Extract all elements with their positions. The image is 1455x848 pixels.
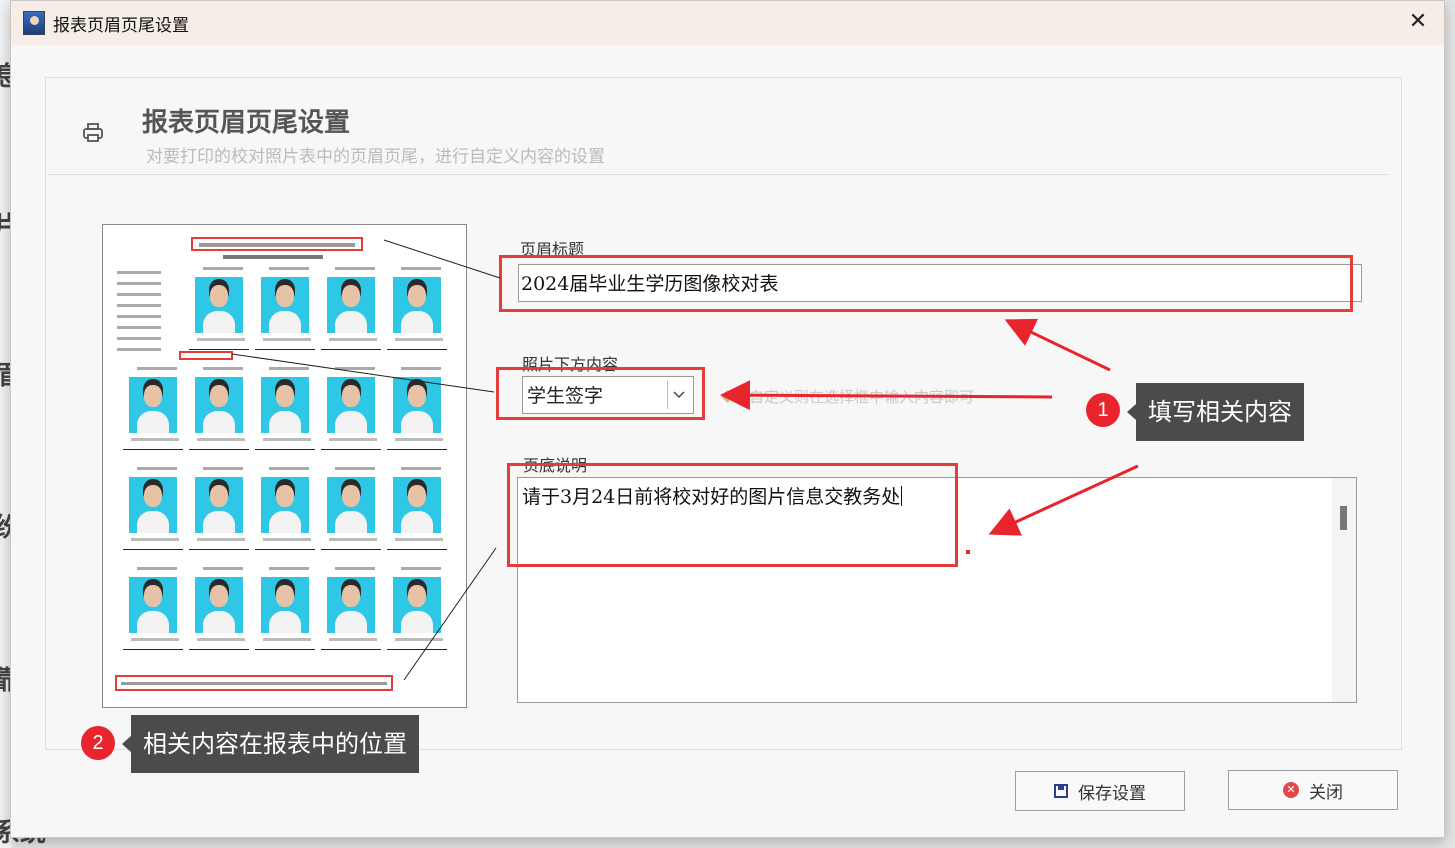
header-divider (48, 174, 1389, 175)
save-button[interactable]: 保存设置 (1015, 771, 1185, 811)
page-title: 报表页眉页尾设置 (142, 108, 351, 138)
close-button-label: 关闭 (1309, 782, 1343, 803)
preview-photo-cell (321, 465, 381, 561)
preview-photo-cell (321, 365, 381, 461)
footer-highlight (507, 463, 958, 567)
preview-photo-cell (387, 265, 447, 361)
page-subtitle: 对要打印的校对照片表中的页眉页尾，进行自定义内容的设置 (146, 147, 605, 167)
close-icon: ✕ (1283, 782, 1299, 798)
preview-photo-cell (189, 365, 249, 461)
preview-subheading (223, 255, 323, 259)
preview-photo-cell (321, 265, 381, 361)
preview-photo-cell (255, 265, 315, 361)
preview-stats-column (117, 271, 175, 359)
preview-footer-highlight (115, 675, 393, 691)
callout-fill-content: 填写相关内容 (1127, 383, 1304, 441)
preview-photo-cell (387, 465, 447, 561)
preview-photo-cell (387, 565, 447, 661)
close-button[interactable]: ✕ 关闭 (1228, 770, 1398, 810)
preview-photo-cell (123, 465, 183, 561)
footer-scrollbar[interactable] (1332, 478, 1356, 702)
app-avatar-icon (23, 11, 45, 35)
report-preview (102, 224, 467, 708)
save-icon (1054, 784, 1068, 798)
callout-report-position: 相关内容在报表中的位置 (122, 715, 419, 773)
step-badge-1: 1 (1086, 393, 1120, 427)
scrollbar-thumb[interactable] (1340, 506, 1347, 530)
step-badge-2: 2 (81, 726, 115, 760)
preview-photo-caption-highlight (179, 351, 233, 360)
panel-header: 报表页眉页尾设置 对要打印的校对照片表中的页眉页尾，进行自定义内容的设置 (46, 78, 1401, 176)
window-title: 报表页眉页尾设置 (53, 15, 189, 36)
preview-photo-cell (189, 565, 249, 661)
preview-photo-cell (123, 365, 183, 461)
preview-photo-cell (255, 365, 315, 461)
preview-photo-cell (123, 565, 183, 661)
printer-icon (83, 123, 103, 142)
photo-below-highlight (496, 367, 705, 420)
hint-icon (721, 390, 734, 403)
preview-photo-cell (321, 565, 381, 661)
header-title-highlight (499, 255, 1353, 312)
preview-photo-cell (255, 565, 315, 661)
title-bar[interactable]: 报表页眉页尾设置 ✕ (11, 1, 1444, 45)
preview-photo-cell (255, 465, 315, 561)
photo-below-hint: 可自定义则在选择框中输入内容即可 (734, 388, 975, 406)
window-close-button[interactable]: ✕ (1406, 10, 1430, 34)
preview-photo-cell (387, 365, 447, 461)
preview-header-title-highlight (191, 237, 363, 251)
preview-photo-cell (189, 265, 249, 361)
save-button-label: 保存设置 (1078, 783, 1146, 804)
preview-photo-cell (189, 465, 249, 561)
